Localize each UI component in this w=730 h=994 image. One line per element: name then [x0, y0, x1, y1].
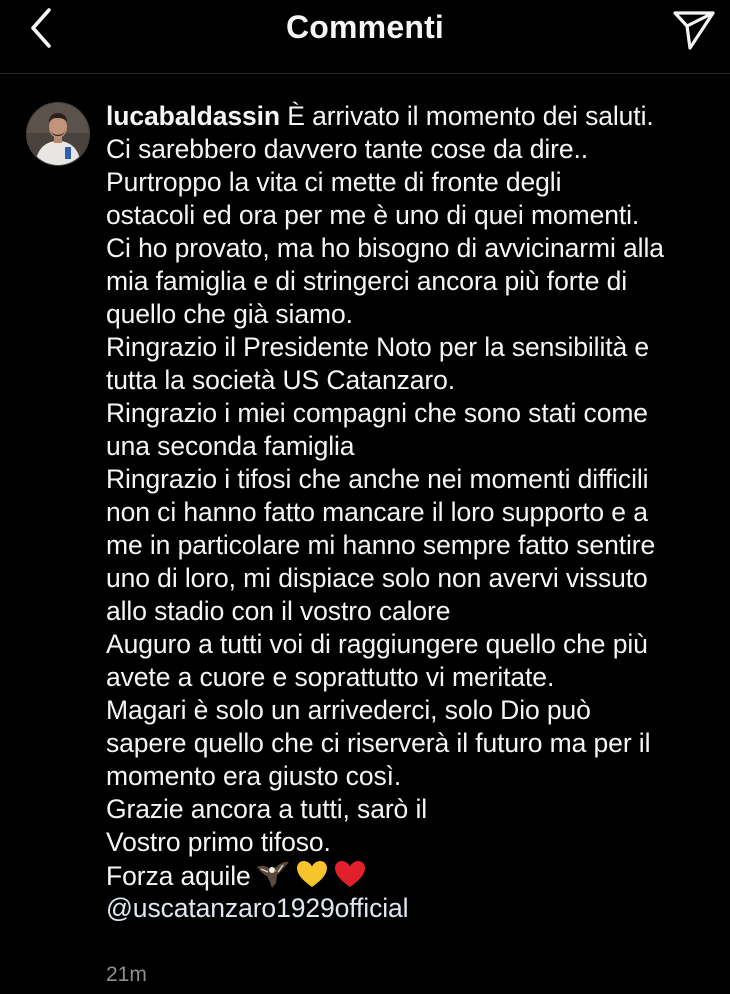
comment-line: una seconda famiglia	[106, 431, 355, 461]
comment-line: Grazie ancora a tutti, sarò il	[106, 794, 428, 824]
comment-line: me in particolare mi hanno sempre fatto …	[106, 530, 656, 560]
share-button[interactable]	[668, 4, 720, 54]
comment-line: Ringrazio i tifosi che anche nei momenti…	[106, 464, 649, 494]
page-title: Commenti	[285, 9, 445, 45]
comment-line: Magari è solo un arrivederci, solo Dio p…	[106, 695, 591, 725]
comment-timestamp: 21m	[106, 963, 147, 986]
profile-photo-icon	[27, 103, 89, 165]
comment-line: ostacoli ed ora per me è uno di quei mom…	[106, 200, 640, 230]
username-link[interactable]: lucabaldassin	[106, 101, 280, 131]
mention-link[interactable]: @uscatanzaro1929official	[106, 893, 409, 923]
comment-line: quello che già siamo.	[106, 299, 353, 329]
comment-line: Forza aquile	[106, 859, 722, 892]
comment-line: Purtroppo la vita ci mette di fronte deg…	[106, 167, 562, 197]
header-bar: Commenti	[0, 0, 730, 74]
comment-line: mia famiglia e di stringerci ancora più …	[106, 266, 628, 296]
comment-line: Ringrazio il Presidente Noto per la sens…	[106, 332, 650, 362]
comment-line: Vostro primo tifoso.	[106, 827, 331, 857]
comment-line: tutta la società US Catanzaro.	[106, 365, 456, 395]
paper-plane-icon	[673, 11, 715, 50]
comment-line: non ci hanno fatto mancare il loro suppo…	[106, 497, 648, 527]
comment-line: Ci sarebbero davvero tante cose da dire.…	[106, 134, 589, 164]
comment-line: avete a cuore e soprattutto vi meritate.	[106, 662, 555, 692]
comment-line: lucabaldassin È arrivato il momento dei …	[106, 100, 722, 133]
comment-line: uno di loro, mi dispiace solo non avervi…	[106, 563, 648, 593]
comment-line: sapere quello che ci riserverà il futuro…	[106, 728, 651, 758]
comment-line: Ringrazio i miei compagni che sono stati…	[106, 398, 648, 428]
comment-line: Ci ho provato, ma ho bisogno di avvicina…	[106, 233, 664, 263]
comment-line: @uscatanzaro1929official	[106, 892, 722, 925]
comment-line: Auguro a tutti voi di raggiungere quello…	[106, 629, 648, 659]
comment-line: allo stadio con il vostro calore	[106, 596, 451, 626]
avatar[interactable]	[26, 102, 90, 166]
comment-line: momento era giusto così.	[106, 761, 402, 791]
comment-line-text: È arrivato il momento dei saluti.	[287, 101, 654, 131]
comment-text: lucabaldassin È arrivato il momento dei …	[106, 100, 722, 925]
comment-line-text: Forza aquile	[106, 861, 251, 891]
